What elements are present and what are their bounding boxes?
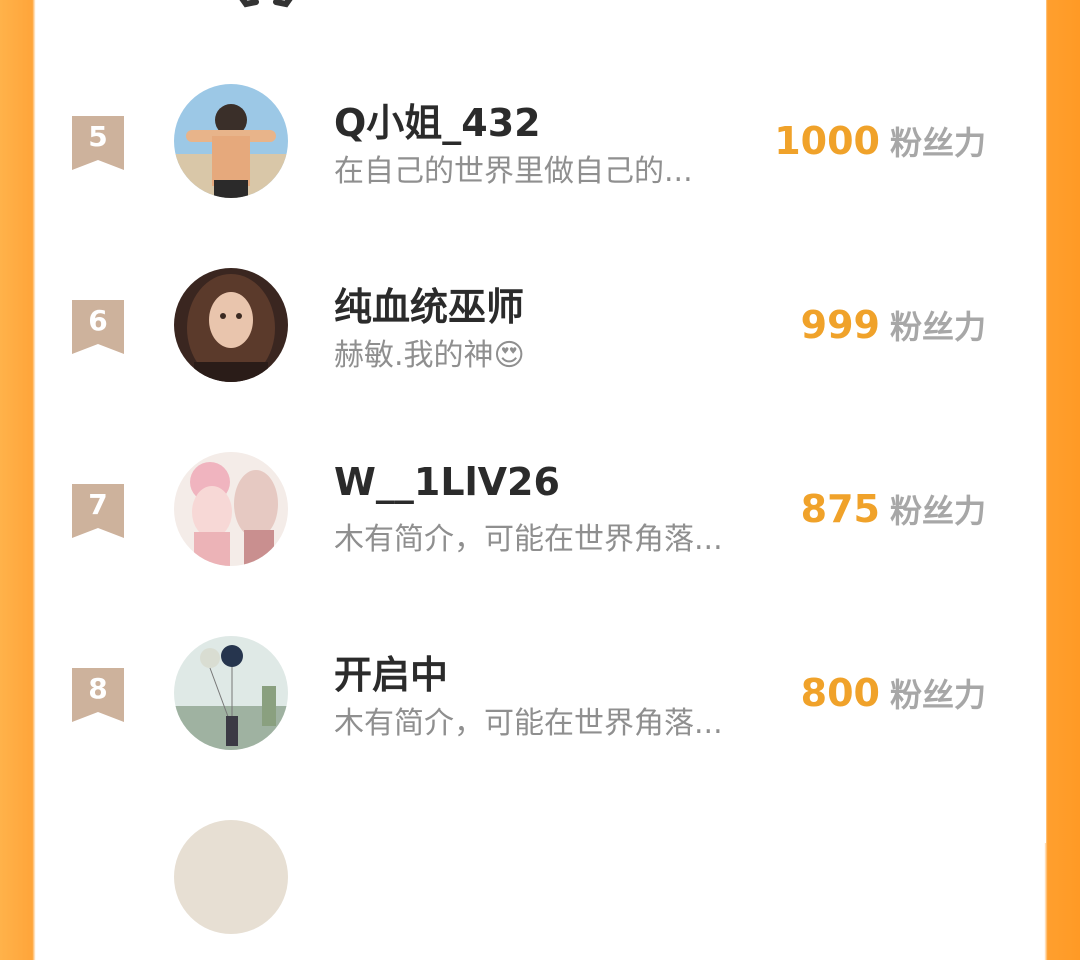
avatar[interactable] bbox=[174, 268, 288, 382]
user-bio: 赫敏.我的神😍 bbox=[334, 338, 525, 373]
ranking-row[interactable]: 7 W__1LlV26 木有简介，可能在世界角落... 875 粉丝力 bbox=[36, 452, 1046, 592]
user-bio: 在自己的世界里做自己的... bbox=[334, 154, 693, 189]
user-bio: 木有简介，可能在世界角落... bbox=[334, 522, 723, 557]
fan-score: 875 粉丝力 bbox=[801, 486, 986, 532]
rank-number: 6 bbox=[88, 304, 108, 337]
fan-score: 800 粉丝力 bbox=[801, 670, 986, 716]
rank-number: 7 bbox=[88, 488, 108, 521]
rank-number: 8 bbox=[88, 672, 108, 705]
avatar-anime-boy-icon bbox=[174, 84, 288, 198]
rank-badge: 6 bbox=[72, 300, 124, 354]
rank-badge: 7 bbox=[72, 484, 124, 538]
score-unit: 粉丝力 bbox=[889, 676, 986, 714]
user-name[interactable]: 纯血统巫师 bbox=[334, 276, 524, 331]
avatar[interactable] bbox=[174, 452, 288, 566]
score-value: 1000 bbox=[774, 119, 880, 163]
score-value: 999 bbox=[800, 303, 880, 347]
avatar-balloons-icon bbox=[174, 636, 288, 750]
chevron-partial-icon bbox=[239, 0, 293, 8]
score-unit: 粉丝力 bbox=[889, 492, 986, 530]
ranking-row[interactable]: 5 Q小姐_432 在自己的世界里做自己的... 1000 粉丝力 bbox=[36, 84, 1046, 224]
ranking-row[interactable]: 6 纯血统巫师 赫敏.我的神😍 999 粉丝力 bbox=[36, 268, 1046, 408]
user-name[interactable]: 开启中 bbox=[334, 644, 448, 699]
score-value: 875 bbox=[800, 487, 880, 531]
avatar-girl-photo-icon bbox=[174, 268, 288, 382]
user-name[interactable]: Q小姐_432 bbox=[334, 92, 541, 147]
score-unit: 粉丝力 bbox=[889, 124, 986, 162]
avatar[interactable] bbox=[174, 820, 288, 934]
score-unit: 粉丝力 bbox=[889, 308, 986, 346]
fan-score: 1000 粉丝力 bbox=[774, 118, 986, 164]
avatar[interactable] bbox=[174, 84, 288, 198]
rank-badge: 8 bbox=[72, 668, 124, 722]
ranking-row[interactable]: 8 开启中 木有简介，可能在世界角落... 800 粉丝力 bbox=[36, 636, 1046, 776]
rank-badge: 5 bbox=[72, 116, 124, 170]
user-bio: 木有简介，可能在世界角落... bbox=[334, 706, 723, 741]
avatar-anime-couple-icon bbox=[174, 452, 288, 566]
user-name[interactable]: W__1LlV26 bbox=[334, 460, 560, 504]
avatar[interactable] bbox=[174, 636, 288, 750]
ranking-row-partial[interactable] bbox=[36, 820, 1046, 960]
rank-number: 5 bbox=[88, 120, 108, 153]
ranking-card: 5 Q小姐_432 在自己的世界里做自己的... 1000 粉丝力 6 纯血统巫… bbox=[36, 0, 1046, 934]
fan-score: 999 粉丝力 bbox=[801, 302, 986, 348]
score-value: 800 bbox=[800, 671, 880, 715]
